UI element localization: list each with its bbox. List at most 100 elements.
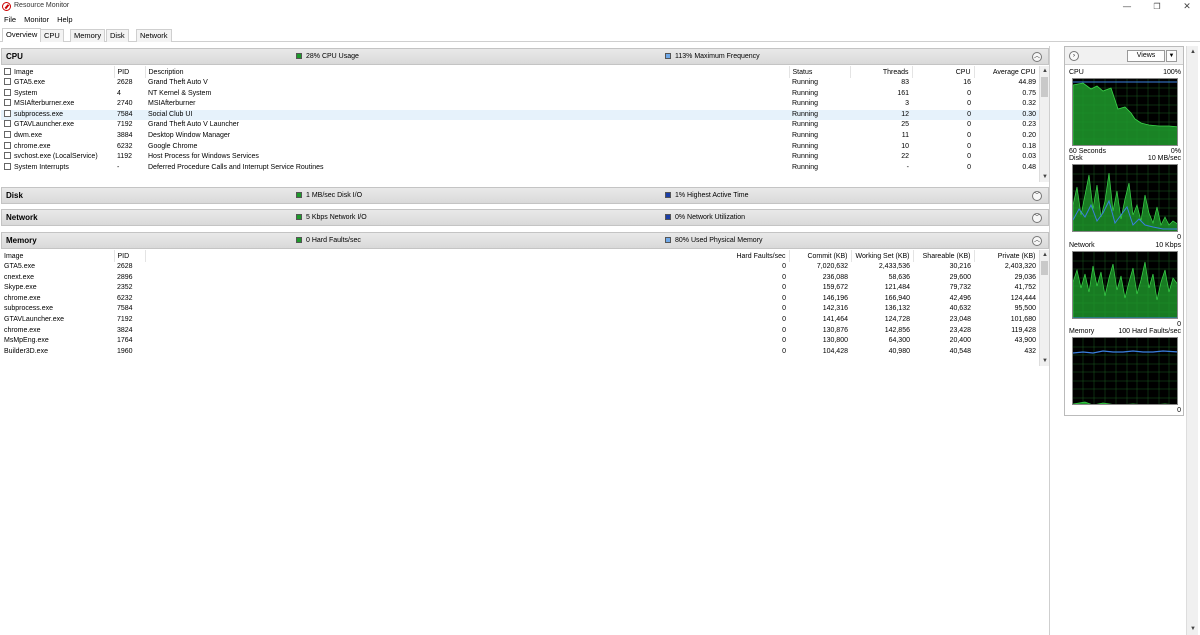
column-header-image[interactable]: Image [1,250,115,262]
views-button[interactable]: Views [1127,50,1165,62]
table-row[interactable]: System Interrupts - Deferred Procedure Cal… [1,162,1039,174]
row-checkbox[interactable] [4,120,11,128]
disk-io-legend: 1 MB/sec Disk I/O [296,192,362,199]
column-header-shareable[interactable]: Shareable (KB) [913,250,975,262]
graph-toolbar: › Views ▼ [1065,47,1183,65]
minimize-button[interactable]: — [1112,1,1142,13]
row-checkbox[interactable] [4,130,11,138]
disk-graph-svg [1073,165,1177,231]
column-header-threads[interactable]: Threads [850,66,913,78]
table-row[interactable]: MSIAfterburner.exe 2740 MSIAfterburner Runn… [1,99,1039,110]
cpu-usage-text: 28% CPU Usage [306,53,359,60]
cpu-section-header[interactable]: CPU 28% CPU Usage 113% Maximum Frequency… [1,48,1049,65]
column-header-status[interactable]: Status [789,66,851,78]
table-row[interactable]: cnext.exe 2896 0 236,088 58,636 29,600 29,036 [1,273,1039,284]
table-row[interactable]: Builder3D.exe 1960 0 104,428 40,980 40,548 432 [1,347,1039,358]
row-checkbox[interactable] [4,109,11,117]
menu-monitor[interactable]: Monitor [20,14,53,26]
column-header-commit[interactable]: Commit (KB) [789,250,852,262]
expand-chevron-down-icon[interactable]: ﹀ [1032,191,1042,201]
graph-pane: › Views ▼ CPU 100% 60 Seconds 0% Disk 10… [1064,46,1184,416]
network-graph-max: 10 Kbps [1155,242,1181,249]
table-row[interactable]: dwm.exe 3884 Desktop Window Manager Running… [1,130,1039,142]
cpu-graph-max: 100% [1163,69,1181,76]
scroll-down-icon[interactable]: ▼ [1187,623,1199,635]
memory-graph-svg [1073,338,1177,404]
column-header-hard-faults[interactable]: Hard Faults/sec [145,250,790,262]
table-row-selected[interactable]: subprocess.exe 7584 Social Club UI Running 1… [1,109,1039,121]
network-graph-min: 0 [1177,321,1181,328]
network-section-header[interactable]: Network 5 Kbps Network I/O 0% Network Ut… [1,209,1049,226]
column-header-pid[interactable]: PID [114,250,146,262]
memory-section-header[interactable]: Memory 0 Hard Faults/sec 80% Used Physic… [1,232,1049,249]
table-row[interactable]: GTA5.exe 2628 0 7,020,632 2,433,536 30,216 2,4… [1,262,1039,273]
column-header-image[interactable]: Image [1,66,115,78]
memory-table-scrollbar[interactable]: ▲ ▼ [1039,250,1049,366]
row-checkbox[interactable] [4,78,11,85]
darkblue-swatch-icon [665,192,671,198]
memory-graph-max: 100 Hard Faults/sec [1118,328,1181,335]
table-row[interactable]: subprocess.exe 7584 0 142,316 136,132 40,632 9… [1,304,1039,315]
table-row[interactable]: chrome.exe 3824 0 130,876 142,856 23,428 119,4… [1,326,1039,337]
network-section-title: Network [6,213,38,222]
disk-graph: Disk 10 MB/sec 0 [1069,155,1181,241]
tab-cpu[interactable]: CPU [40,29,64,42]
column-header-pid[interactable]: PID [114,66,146,78]
close-button[interactable]: ✕ [1172,1,1200,13]
scroll-up-icon[interactable]: ▲ [1187,46,1199,58]
column-header-average-cpu[interactable]: Average CPU [974,66,1040,78]
scroll-up-icon[interactable]: ▲ [1040,250,1049,260]
maximize-button[interactable]: ❐ [1142,1,1172,13]
collapse-chevron-up-icon[interactable]: ︿ [1032,236,1042,246]
tab-network[interactable]: Network [136,29,172,42]
green-swatch-icon [296,53,302,59]
memory-table: Image PID Hard Faults/sec Commit (KB) Wo… [1,250,1049,366]
expand-chevron-right-icon[interactable]: › [1069,51,1079,61]
table-row[interactable]: System 4 NT Kernel & System Running 161 0 0.75 [1,88,1039,100]
network-io-legend: 5 Kbps Network I/O [296,214,367,221]
row-checkbox[interactable] [4,152,11,160]
collapse-chevron-up-icon[interactable]: ︿ [1032,52,1042,62]
row-checkbox[interactable] [4,88,11,96]
graph-panel-scrollbar[interactable]: ▲ ▼ [1186,46,1198,635]
views-dropdown-icon[interactable]: ▼ [1166,50,1177,62]
expand-chevron-down-icon[interactable]: ﹀ [1032,213,1042,223]
physical-memory-legend: 80% Used Physical Memory [665,237,763,244]
resource-monitor-icon [2,2,11,11]
menu-help[interactable]: Help [53,14,76,26]
network-graph: Network 10 Kbps 0 [1069,242,1181,328]
scroll-down-icon[interactable]: ▼ [1040,356,1049,366]
table-row[interactable]: svchost.exe (LocalService) 1192 Host Proce… [1,152,1039,163]
select-all-checkbox[interactable] [4,68,11,75]
row-checkbox[interactable] [4,141,11,149]
disk-io-text: 1 MB/sec Disk I/O [306,192,363,199]
table-row[interactable]: MsMpEng.exe 1764 0 130,800 64,300 20,400 43,90… [1,336,1039,347]
row-checkbox[interactable] [4,162,11,170]
table-row[interactable]: chrome.exe 6232 0 146,196 166,940 42,496 124,4… [1,294,1039,305]
scroll-down-icon[interactable]: ▼ [1040,172,1049,182]
column-header-private[interactable]: Private (KB) [974,250,1040,262]
disk-active-legend: 1% Highest Active Time [665,192,749,199]
tab-disk[interactable]: Disk [106,29,129,42]
tab-overview[interactable]: Overview [2,28,42,42]
table-row[interactable]: Skype.exe 2352 0 159,672 121,484 79,732 41,752 [1,283,1039,294]
table-row[interactable]: GTAVLauncher.exe 7192 0 141,464 124,728 23,04… [1,315,1039,326]
tab-memory[interactable]: Memory [70,29,106,42]
title-bar: Resource Monitor — ❐ ✕ [0,0,1200,14]
table-row[interactable]: GTAVLauncher.exe 7192 Grand Theft Auto V L… [1,120,1039,131]
table-row[interactable]: chrome.exe 6232 Google Chrome Running 10 0 0.1… [1,141,1039,153]
menu-file[interactable]: File [0,14,20,26]
table-row[interactable]: GTA5.exe 2628 Grand Theft Auto V Running 83 1… [1,78,1039,89]
column-header-cpu[interactable]: CPU [912,66,975,78]
cpu-graph-time: 60 Seconds [1069,148,1106,155]
scrollbar-thumb[interactable] [1041,77,1048,97]
column-header-working-set[interactable]: Working Set (KB) [851,250,914,262]
scrollbar-thumb[interactable] [1041,261,1048,275]
column-header-description[interactable]: Description [145,66,790,78]
green-swatch-icon [296,237,302,243]
hard-faults-text: 0 Hard Faults/sec [306,237,361,244]
scroll-up-icon[interactable]: ▲ [1040,66,1049,76]
cpu-table-scrollbar[interactable]: ▲ ▼ [1039,66,1049,182]
disk-section-header[interactable]: Disk 1 MB/sec Disk I/O 1% Highest Active… [1,187,1049,204]
row-checkbox[interactable] [4,99,11,107]
